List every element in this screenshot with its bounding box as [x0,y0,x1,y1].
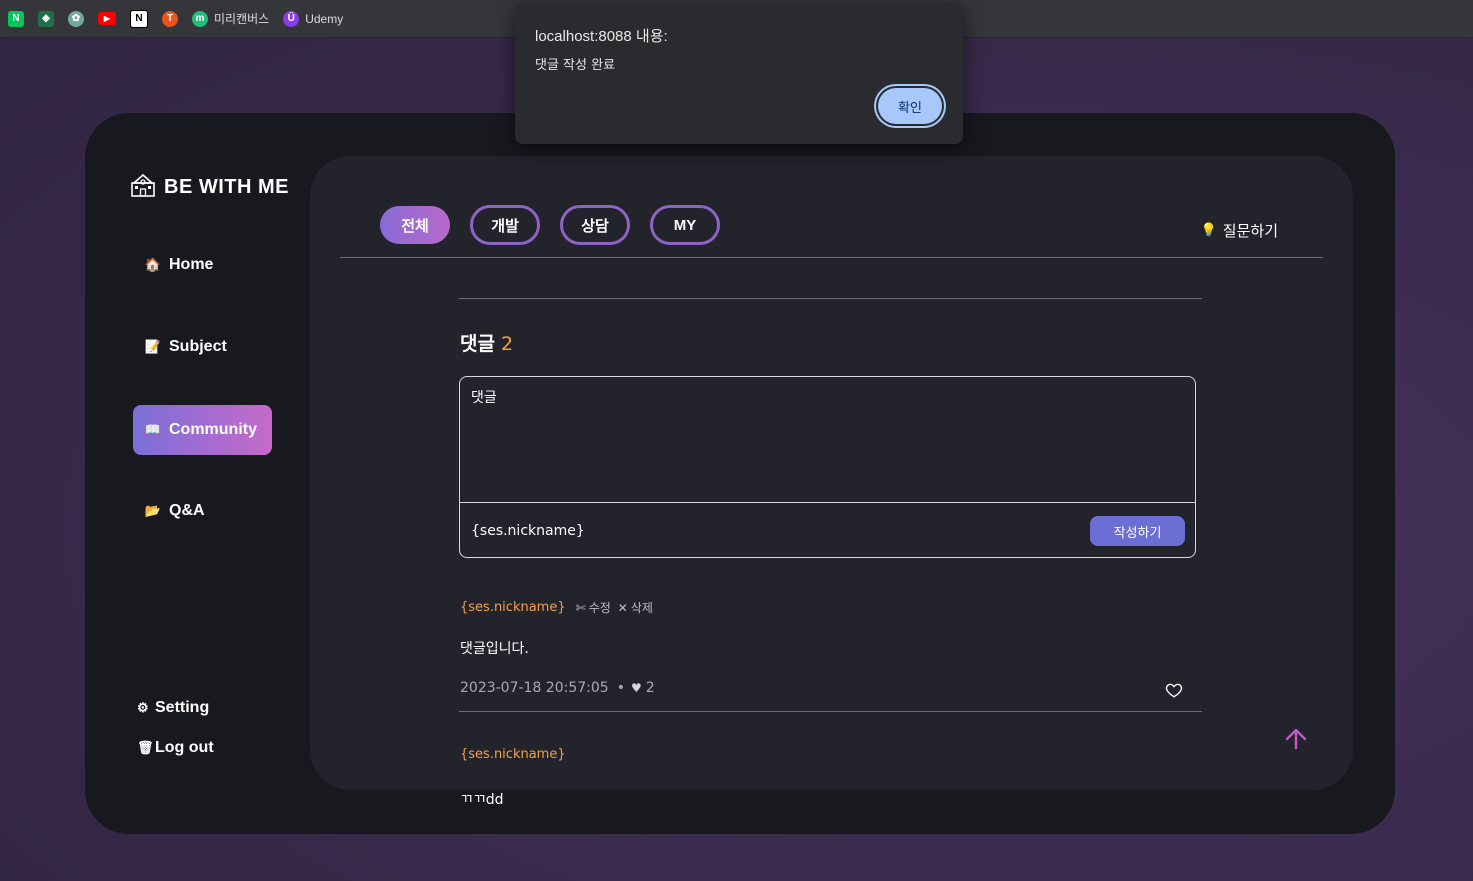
bookmark-gitmind[interactable]: ◈ [38,9,54,29]
comment-header: {ses.nickname} ✄ 수정 ✕ 삭제 [460,599,655,616]
sidebar-item-label: Home [169,256,214,273]
divider [340,257,1323,258]
comment-body: 댓글입니다. [460,641,529,657]
brand-logo[interactable]: BE WITH ME [130,173,289,201]
sidebar-item-label: Q&A [169,502,205,519]
bookmark-naver[interactable]: N [8,9,24,29]
comment-body: ㄲㄲdd [460,792,504,808]
logout-label: Log out [155,739,214,756]
comment-item: {ses.nickname} ✄ 수정 ✕ 삭제 댓글입니다. 2023-07-… [460,599,655,696]
comment-likes: 2 [645,680,655,696]
book-icon: 📖 [144,422,162,437]
naver-icon: N [8,10,24,27]
delete-comment-button[interactable]: ✕ 삭제 [618,599,653,616]
gear-icon: ⚙ [137,700,149,715]
bookmark-label: 미리캔버스 [214,12,270,26]
tab-counsel[interactable]: 상담 [560,205,630,245]
scroll-top-arrow-icon[interactable] [1283,726,1309,752]
comment-form: 댓글 {ses.nickname} 작성하기 [459,376,1196,558]
sidebar-item-subject[interactable]: 📝 Subject [133,322,272,372]
delete-label: 삭제 [630,601,653,615]
bookmark-openai[interactable]: ✿ [68,9,84,29]
comments-count: 2 [500,333,514,355]
meta-dot: • [616,680,625,696]
gitmind-icon: ◈ [38,10,54,27]
app-frame: BE WITH ME 🏠 Home 📝 Subject 📖 Community … [85,113,1395,834]
bookmark-tistory[interactable]: T [162,9,178,29]
comment-author: {ses.nickname} [460,600,566,615]
bookmark-miricanvas[interactable]: m 미리캔버스 [192,9,269,29]
miricanvas-icon: m [192,10,208,27]
comment-item: {ses.nickname} [460,747,566,762]
lightbulb-icon: 💡 [1200,223,1217,238]
comment-date: 2023-07-18 20:57:05 [460,680,609,696]
school-icon [130,173,156,201]
tab-my[interactable]: MY [650,205,720,245]
youtube-icon: ▶ [98,12,116,25]
tab-all[interactable]: 전체 [380,206,450,244]
logout-link[interactable]: 🗑 Log out [137,739,214,757]
comment-meta: 2023-07-18 20:57:05 • ♥ 2 [460,680,655,696]
sidebar-item-label: Community [169,421,257,438]
bookmark-label: Udemy [305,11,344,26]
sidebar-item-qna[interactable]: 📂 Q&A [133,486,272,536]
setting-label: Setting [155,699,210,716]
dialog-title: localhost:8088 내용: [535,28,668,45]
comment-author: {ses.nickname} [460,747,566,762]
edit-label: 수정 [588,601,611,615]
house-icon: 🏠 [144,257,162,272]
bookmark-udemy[interactable]: Ü Udemy [283,9,343,29]
udemy-icon: Ü [283,10,300,27]
comment-form-divider [460,502,1195,503]
bookmark-youtube[interactable]: ▶ [98,9,116,29]
sidebar-item-community[interactable]: 📖 Community [133,405,272,455]
dialog-message: 댓글 작성 완료 [535,58,616,73]
tistory-icon: T [162,10,178,27]
setting-link[interactable]: ⚙ Setting [137,699,209,717]
bookmark-notion[interactable]: N [130,9,148,29]
sidebar-item-label: Subject [169,338,227,355]
comment-header: {ses.nickname} [460,747,566,762]
ask-label: 질문하기 [1222,222,1278,240]
content-panel: 전체 개발 상담 MY 💡 질문하기 댓글 2 댓글 {ses.nickname}… [310,156,1353,790]
brand-name: BE WITH ME [164,175,289,198]
memo-icon: 📝 [144,339,162,354]
notion-icon: N [130,9,148,28]
ok-button[interactable]: 확인 [878,88,942,124]
sidebar-item-home[interactable]: 🏠 Home [133,240,272,290]
edit-comment-button[interactable]: ✄ 수정 [576,599,611,616]
comments-title: 댓글 [460,333,495,355]
divider [459,711,1202,712]
alert-dialog: localhost:8088 내용: 댓글 작성 완료 확인 [515,3,963,144]
like-heart-icon[interactable] [1165,681,1183,699]
comment-textarea[interactable]: 댓글 [471,387,497,407]
scissors-icon: ✄ [575,600,586,615]
openai-icon: ✿ [68,10,84,27]
submit-comment-button[interactable]: 작성하기 [1090,516,1185,546]
folder-icon: 📂 [144,503,162,518]
category-tabs: 전체 개발 상담 MY [380,205,720,245]
divider [459,298,1202,299]
comment-author-nickname: {ses.nickname} [471,523,585,539]
comments-heading: 댓글 2 [460,329,513,356]
close-icon: ✕ [617,600,628,615]
ask-question-button[interactable]: 💡 질문하기 [1201,220,1278,241]
tab-dev[interactable]: 개발 [470,205,540,245]
trash-icon: 🗑 [137,740,154,755]
heart-small-icon: ♥ [630,681,642,695]
